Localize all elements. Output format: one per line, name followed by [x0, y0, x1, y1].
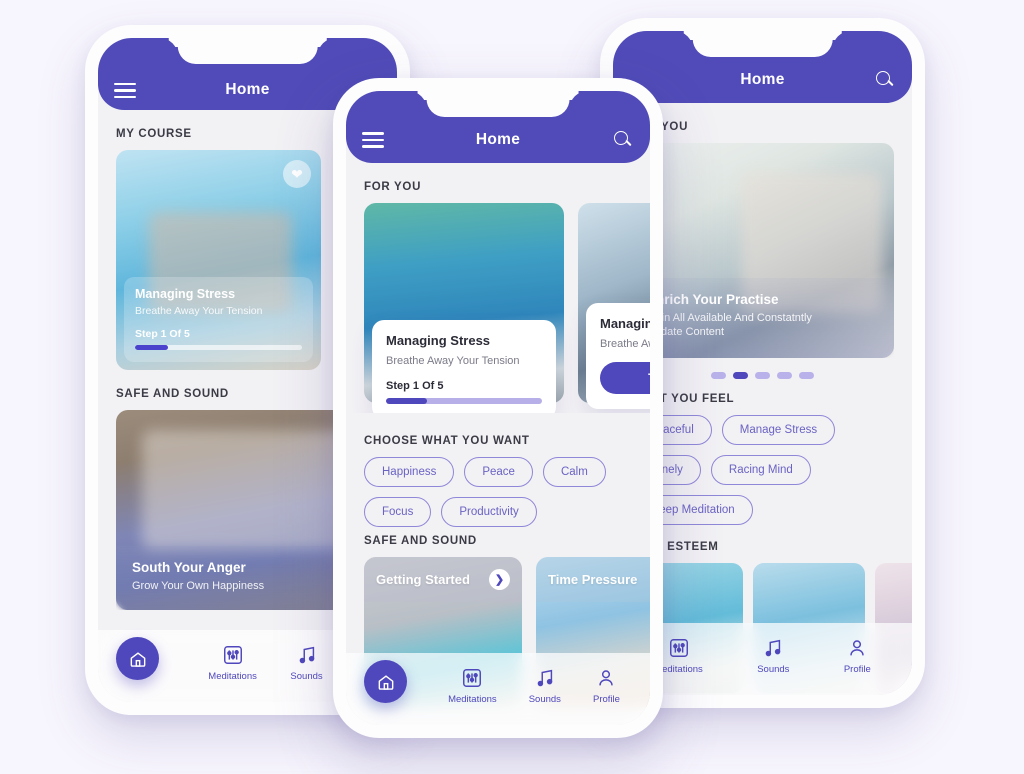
home-fab-button[interactable] — [364, 660, 407, 703]
chip-racing-mind[interactable]: Racing Mind — [710, 455, 811, 485]
safe-sound-card-title: South Your Anger — [132, 560, 246, 575]
app-mockup-canvas: Home MY COURSE ❤ Managing Stress Breathe… — [0, 0, 1024, 774]
sliders-icon — [463, 669, 482, 687]
section-title-safe-and-sound: SAFE AND SOUND — [364, 535, 477, 547]
hero-banner-subtitle-2: Update Content — [647, 326, 725, 338]
tab-sounds[interactable]: Sounds — [757, 637, 789, 675]
safe-sound-card-subtitle: Grow Your Own Happiness — [132, 580, 265, 592]
carousel-dot[interactable] — [799, 372, 814, 379]
for-you-card-subtitle: Breathe Away Your Tension — [386, 355, 520, 367]
phone-center-appbar: Home — [346, 91, 650, 163]
carousel-dot[interactable] — [711, 372, 726, 379]
page-title: Home — [475, 131, 521, 148]
choose-chip-group: Happiness Peace Calm Focus Productivity … — [346, 457, 650, 529]
course-card-subtitle: Breathe Away Your Tension — [135, 305, 263, 317]
hero-banner-subtitle-1: Gain All Available And Constatntly — [647, 312, 812, 324]
tab-meditations-label: Meditations — [448, 694, 497, 705]
tile-card-header: Time Pressure ❯ — [536, 557, 650, 602]
hero-banner-card[interactable]: Enrich Your Practise Gain All Available … — [631, 143, 894, 358]
tab-meditations-label: Meditations — [208, 671, 257, 682]
image-blur-patch — [142, 430, 353, 550]
page-title: Home — [740, 71, 785, 88]
section-title-for-you: FOR YOU — [364, 181, 422, 193]
tab-sounds-label: Sounds — [290, 671, 323, 682]
for-you-card-action-button[interactable]: Text — [600, 362, 650, 394]
carousel-dot-active[interactable] — [733, 372, 748, 379]
tab-meditations[interactable]: Meditations — [208, 644, 257, 682]
course-progress-bar — [135, 345, 302, 350]
phone-notch — [426, 91, 570, 117]
music-note-icon — [537, 669, 553, 687]
for-you-card-title: Managing Stress — [386, 333, 491, 348]
for-you-card[interactable]: Managing Stress Breathe Away Your Tensio… — [578, 203, 650, 409]
for-you-progress-bar — [386, 398, 542, 404]
course-card-overlay: Managing Stress Breathe Away Your Tensio… — [124, 277, 313, 362]
tile-card-header: Getting Started ❯ — [364, 557, 522, 602]
for-you-card-info: Managing Stress Breathe Away Your Tensio… — [372, 320, 556, 413]
chip-manage-stress[interactable]: Manage Stress — [721, 415, 836, 445]
search-icon[interactable] — [874, 69, 896, 91]
home-fab-button[interactable] — [116, 637, 159, 680]
home-icon — [130, 651, 145, 667]
tab-profile[interactable]: Profile — [844, 637, 871, 675]
for-you-card-info: Managing Stress Breathe Away Your Tensio… — [586, 303, 650, 409]
tab-profile-label: Profile — [592, 694, 620, 705]
sliders-icon — [669, 639, 688, 657]
chip-calm[interactable]: Calm — [542, 457, 606, 487]
hero-banner-title: Enrich Your Practise — [647, 292, 779, 307]
music-note-icon — [299, 646, 314, 664]
chip-happiness[interactable]: Happiness — [364, 457, 455, 487]
person-icon — [850, 640, 865, 656]
phone-notch — [692, 31, 833, 57]
tab-sounds-label: Sounds — [528, 694, 561, 705]
course-card[interactable]: ❤ Managing Stress Breathe Away Your Tens… — [116, 150, 321, 370]
tab-sounds[interactable]: Sounds — [290, 644, 323, 682]
hero-banner-caption: Enrich Your Practise Gain All Available … — [631, 278, 894, 358]
chip-focus[interactable]: Focus — [364, 497, 432, 527]
course-card-step: Step 1 Of 5 — [135, 328, 190, 340]
for-you-carousel[interactable]: Managing Stress Breathe Away Your Tensio… — [346, 203, 650, 413]
tab-profile[interactable]: Profile — [593, 667, 620, 705]
tile-card-title: Getting Started — [376, 572, 470, 587]
for-you-card-step: Step 1 Of 5 — [386, 380, 444, 392]
section-title-choose-what-you-want: CHOOSE WHAT YOU WANT — [364, 435, 530, 447]
chip-productivity[interactable]: Productivity — [441, 497, 537, 527]
phone-notch — [177, 38, 318, 64]
course-card-title: Managing Stress — [135, 287, 236, 301]
phone-center-screen: Home FOR YOU Managing Stress Breathe Awa… — [346, 91, 650, 725]
phone-right-appbar: Home — [613, 31, 912, 103]
tab-meditations[interactable]: Meditations — [448, 667, 497, 705]
phone-center-body: FOR YOU Managing Stress Breathe Away You… — [346, 163, 650, 725]
tab-sounds[interactable]: Sounds — [529, 667, 561, 705]
tab-sounds-label: Sounds — [757, 664, 790, 675]
for-you-card-subtitle: Breathe Away Your Tension — [600, 338, 650, 350]
for-you-card[interactable]: Managing Stress Breathe Away Your Tensio… — [364, 203, 564, 413]
carousel-dot[interactable] — [755, 372, 770, 379]
sliders-icon — [223, 646, 242, 664]
music-note-icon — [765, 639, 781, 657]
chip-peace[interactable]: Peace — [464, 457, 533, 487]
phone-center: Home FOR YOU Managing Stress Breathe Awa… — [333, 78, 663, 738]
heart-icon[interactable]: ❤ — [283, 160, 311, 188]
for-you-card-title: Managing Stress — [600, 316, 650, 331]
carousel-dot[interactable] — [777, 372, 792, 379]
home-icon — [378, 674, 393, 690]
chevron-right-icon[interactable]: ❯ — [489, 569, 510, 590]
tile-card-title: Time Pressure — [548, 572, 638, 587]
tab-profile-label: Profile — [843, 664, 871, 675]
search-icon[interactable] — [612, 129, 634, 151]
person-icon — [599, 670, 614, 686]
